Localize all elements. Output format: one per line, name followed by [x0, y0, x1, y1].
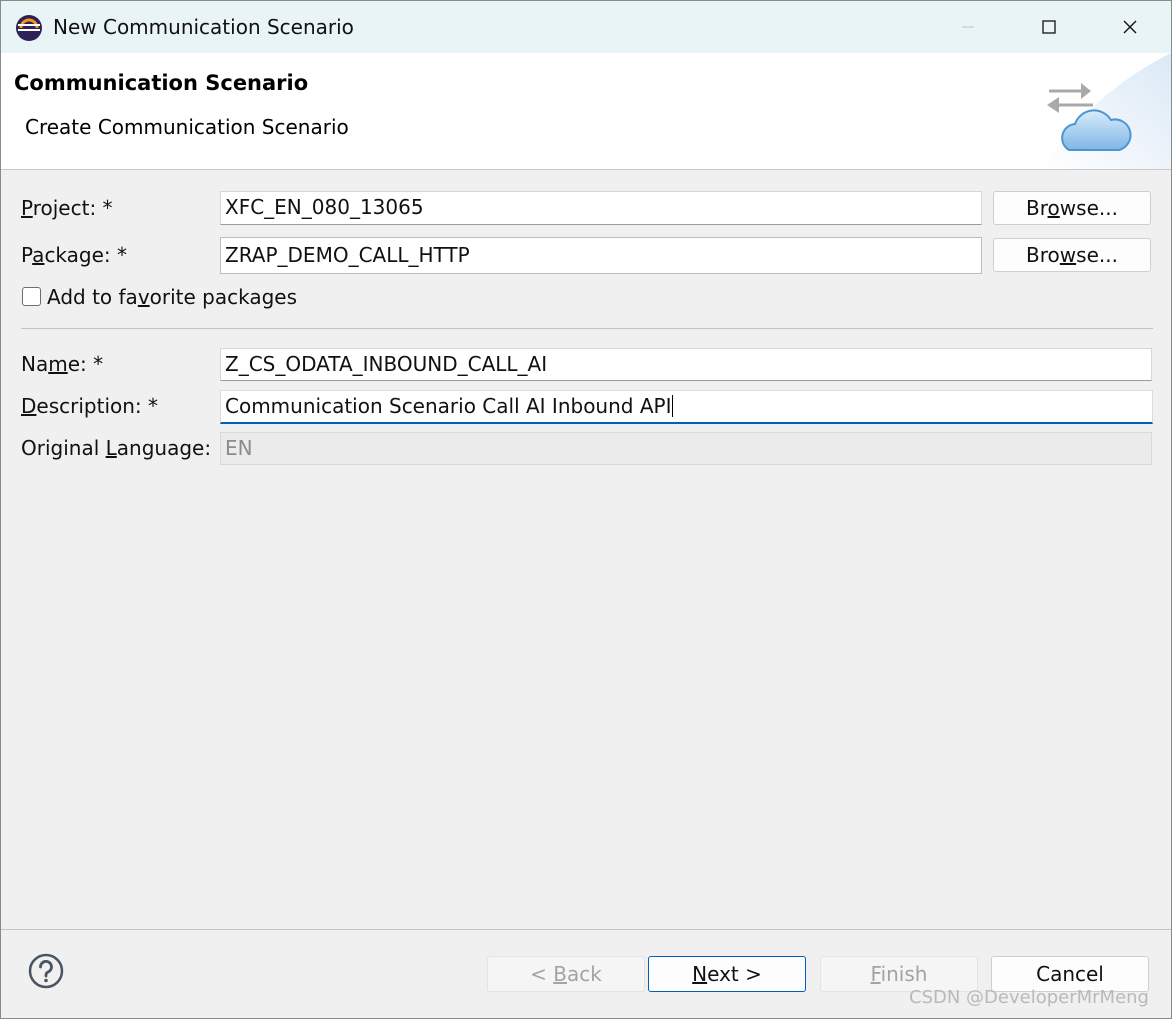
package-field[interactable]: ZRAP_DEMO_CALL_HTTP [220, 237, 982, 274]
close-icon [1123, 20, 1137, 34]
description-label: Description: * [21, 394, 159, 418]
next-button[interactable]: Next > [648, 956, 806, 992]
eclipse-icon [16, 15, 42, 41]
banner-subtitle: Create Communication Scenario [25, 115, 349, 139]
name-field[interactable]: Z_CS_ODATA_INBOUND_CALL_AI [220, 348, 1152, 381]
minimize-icon [962, 26, 974, 28]
favorite-packages-label[interactable]: Add to favorite packages [47, 285, 297, 309]
title-bar[interactable]: New Communication Scenario [1, 1, 1171, 53]
banner-title: Communication Scenario [14, 71, 309, 95]
project-browse-button[interactable]: Browse... [993, 191, 1151, 225]
package-label: Package: * [21, 243, 128, 267]
help-icon[interactable] [28, 953, 64, 989]
dialog-window: New Communication Scenario Communication… [0, 0, 1172, 1019]
wizard-banner: Communication Scenario Create Communicat… [1, 53, 1171, 170]
name-label: Name: * [21, 352, 104, 376]
project-label: Project: * [21, 196, 113, 220]
window-title: New Communication Scenario [53, 15, 354, 39]
package-browse-button[interactable]: Browse... [993, 238, 1151, 272]
original-language-label: Original Language: [21, 436, 212, 460]
project-field[interactable]: XFC_EN_080_13065 [220, 191, 982, 225]
back-button[interactable]: < Back [487, 956, 645, 992]
description-value: Communication Scenario Call AI Inbound A… [225, 394, 672, 418]
minimize-button[interactable] [928, 1, 1008, 53]
maximize-button[interactable] [1009, 1, 1089, 53]
separator [21, 328, 1153, 329]
favorite-packages-checkbox[interactable] [22, 287, 41, 306]
cloud-transfer-icon [1041, 53, 1171, 169]
maximize-icon [1042, 20, 1056, 34]
watermark: CSDN @DeveloperMrMeng [909, 987, 1149, 1008]
close-button[interactable] [1090, 1, 1170, 53]
description-field[interactable]: Communication Scenario Call AI Inbound A… [220, 390, 1153, 424]
original-language-field: EN [220, 432, 1152, 465]
text-caret [672, 395, 674, 417]
footer-separator [1, 929, 1171, 930]
